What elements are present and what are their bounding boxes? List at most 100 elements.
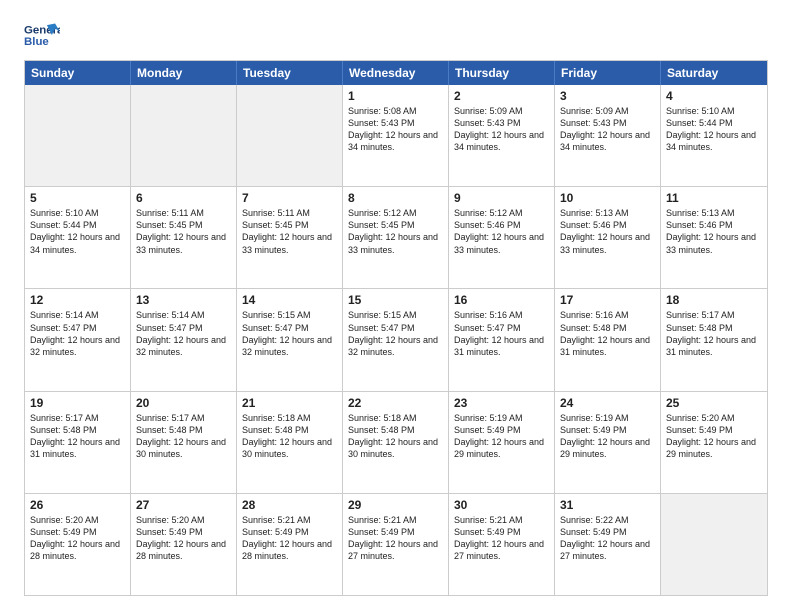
- cell-info: Sunrise: 5:21 AM Sunset: 5:49 PM Dayligh…: [242, 514, 337, 563]
- cell-day-number: 7: [242, 191, 337, 205]
- cell-info: Sunrise: 5:13 AM Sunset: 5:46 PM Dayligh…: [560, 207, 655, 256]
- cell-w3-d3: 22 Sunrise: 5:18 AM Sunset: 5:48 PM Dayli…: [343, 392, 449, 493]
- cell-day-number: 6: [136, 191, 231, 205]
- cell-day-number: 16: [454, 293, 549, 307]
- cell-info: Sunrise: 5:18 AM Sunset: 5:48 PM Dayligh…: [348, 412, 443, 461]
- cell-day-number: 11: [666, 191, 762, 205]
- cell-w2-d6: 18 Sunrise: 5:17 AM Sunset: 5:48 PM Dayli…: [661, 289, 767, 390]
- cell-w2-d3: 15 Sunrise: 5:15 AM Sunset: 5:47 PM Dayli…: [343, 289, 449, 390]
- cell-w3-d6: 25Sunrise: 5:20 AM Sunset: 5:49 PM Dayli…: [661, 392, 767, 493]
- cell-w4-d2: 28Sunrise: 5:21 AM Sunset: 5:49 PM Dayli…: [237, 494, 343, 595]
- cell-info: Sunrise: 5:12 AM Sunset: 5:46 PM Dayligh…: [454, 207, 549, 256]
- cell-info: Sunrise: 5:10 AM Sunset: 5:44 PM Dayligh…: [666, 105, 762, 154]
- cell-w1-d0: 5 Sunrise: 5:10 AM Sunset: 5:44 PM Daylig…: [25, 187, 131, 288]
- cell-info: Sunrise: 5:20 AM Sunset: 5:49 PM Dayligh…: [30, 514, 125, 563]
- day-header-sunday: Sunday: [25, 61, 131, 85]
- cell-day-number: 23: [454, 396, 549, 410]
- cell-info: Sunrise: 5:14 AM Sunset: 5:47 PM Dayligh…: [136, 309, 231, 358]
- cell-w4-d1: 27Sunrise: 5:20 AM Sunset: 5:49 PM Dayli…: [131, 494, 237, 595]
- cell-info: Sunrise: 5:21 AM Sunset: 5:49 PM Dayligh…: [348, 514, 443, 563]
- day-header-wednesday: Wednesday: [343, 61, 449, 85]
- cell-w0-d2: [237, 85, 343, 186]
- cell-day-number: 17: [560, 293, 655, 307]
- cell-w3-d5: 24Sunrise: 5:19 AM Sunset: 5:49 PM Dayli…: [555, 392, 661, 493]
- cell-day-number: 4: [666, 89, 762, 103]
- cell-w3-d1: 20 Sunrise: 5:17 AM Sunset: 5:48 PM Dayli…: [131, 392, 237, 493]
- cell-info: Sunrise: 5:19 AM Sunset: 5:49 PM Dayligh…: [454, 412, 549, 461]
- cell-w2-d4: 16 Sunrise: 5:16 AM Sunset: 5:47 PM Dayli…: [449, 289, 555, 390]
- cell-w4-d6: [661, 494, 767, 595]
- page: General Blue SundayMondayTuesdayWednesda…: [0, 0, 792, 612]
- cell-w2-d0: 12 Sunrise: 5:14 AM Sunset: 5:47 PM Dayli…: [25, 289, 131, 390]
- cell-info: Sunrise: 5:11 AM Sunset: 5:45 PM Dayligh…: [136, 207, 231, 256]
- logo-icon: General Blue: [24, 20, 60, 50]
- weeks: 1 Sunrise: 5:08 AM Sunset: 5:43 PM Daylig…: [25, 85, 767, 595]
- cell-day-number: 26: [30, 498, 125, 512]
- cell-day-number: 2: [454, 89, 549, 103]
- week-row-1: 5 Sunrise: 5:10 AM Sunset: 5:44 PM Daylig…: [25, 186, 767, 288]
- cell-w4-d3: 29 Sunrise: 5:21 AM Sunset: 5:49 PM Dayli…: [343, 494, 449, 595]
- cell-info: Sunrise: 5:20 AM Sunset: 5:49 PM Dayligh…: [666, 412, 762, 461]
- cell-w2-d2: 14 Sunrise: 5:15 AM Sunset: 5:47 PM Dayli…: [237, 289, 343, 390]
- cell-w4-d5: 31 Sunrise: 5:22 AM Sunset: 5:49 PM Dayli…: [555, 494, 661, 595]
- logo: General Blue: [24, 20, 64, 50]
- cell-info: Sunrise: 5:11 AM Sunset: 5:45 PM Dayligh…: [242, 207, 337, 256]
- cell-day-number: 12: [30, 293, 125, 307]
- cell-w2-d5: 17 Sunrise: 5:16 AM Sunset: 5:48 PM Dayli…: [555, 289, 661, 390]
- cell-day-number: 31: [560, 498, 655, 512]
- cell-day-number: 3: [560, 89, 655, 103]
- cell-info: Sunrise: 5:17 AM Sunset: 5:48 PM Dayligh…: [136, 412, 231, 461]
- cell-w1-d4: 9 Sunrise: 5:12 AM Sunset: 5:46 PM Daylig…: [449, 187, 555, 288]
- cell-day-number: 18: [666, 293, 762, 307]
- cell-info: Sunrise: 5:19 AM Sunset: 5:49 PM Dayligh…: [560, 412, 655, 461]
- day-header-friday: Friday: [555, 61, 661, 85]
- cell-w0-d5: 3Sunrise: 5:09 AM Sunset: 5:43 PM Daylig…: [555, 85, 661, 186]
- cell-w0-d4: 2Sunrise: 5:09 AM Sunset: 5:43 PM Daylig…: [449, 85, 555, 186]
- cell-w1-d6: 11 Sunrise: 5:13 AM Sunset: 5:46 PM Dayli…: [661, 187, 767, 288]
- cell-info: Sunrise: 5:08 AM Sunset: 5:43 PM Dayligh…: [348, 105, 443, 154]
- cell-day-number: 29: [348, 498, 443, 512]
- cell-day-number: 14: [242, 293, 337, 307]
- day-header-thursday: Thursday: [449, 61, 555, 85]
- day-headers: SundayMondayTuesdayWednesdayThursdayFrid…: [25, 61, 767, 85]
- cell-info: Sunrise: 5:16 AM Sunset: 5:48 PM Dayligh…: [560, 309, 655, 358]
- cell-day-number: 1: [348, 89, 443, 103]
- cell-day-number: 27: [136, 498, 231, 512]
- day-header-monday: Monday: [131, 61, 237, 85]
- week-row-3: 19 Sunrise: 5:17 AM Sunset: 5:48 PM Dayli…: [25, 391, 767, 493]
- cell-w4-d0: 26 Sunrise: 5:20 AM Sunset: 5:49 PM Dayli…: [25, 494, 131, 595]
- cell-w1-d3: 8Sunrise: 5:12 AM Sunset: 5:45 PM Daylig…: [343, 187, 449, 288]
- cell-info: Sunrise: 5:15 AM Sunset: 5:47 PM Dayligh…: [348, 309, 443, 358]
- cell-info: Sunrise: 5:13 AM Sunset: 5:46 PM Dayligh…: [666, 207, 762, 256]
- cell-info: Sunrise: 5:16 AM Sunset: 5:47 PM Dayligh…: [454, 309, 549, 358]
- cell-w0-d0: [25, 85, 131, 186]
- cell-day-number: 9: [454, 191, 549, 205]
- cell-info: Sunrise: 5:14 AM Sunset: 5:47 PM Dayligh…: [30, 309, 125, 358]
- header: General Blue: [24, 20, 768, 50]
- cell-day-number: 22: [348, 396, 443, 410]
- cell-day-number: 13: [136, 293, 231, 307]
- cell-day-number: 19: [30, 396, 125, 410]
- cell-info: Sunrise: 5:12 AM Sunset: 5:45 PM Dayligh…: [348, 207, 443, 256]
- cell-info: Sunrise: 5:10 AM Sunset: 5:44 PM Dayligh…: [30, 207, 125, 256]
- cell-info: Sunrise: 5:21 AM Sunset: 5:49 PM Dayligh…: [454, 514, 549, 563]
- cell-info: Sunrise: 5:18 AM Sunset: 5:48 PM Dayligh…: [242, 412, 337, 461]
- cell-day-number: 15: [348, 293, 443, 307]
- week-row-2: 12 Sunrise: 5:14 AM Sunset: 5:47 PM Dayli…: [25, 288, 767, 390]
- cell-w4-d4: 30 Sunrise: 5:21 AM Sunset: 5:49 PM Dayli…: [449, 494, 555, 595]
- cell-day-number: 30: [454, 498, 549, 512]
- cell-w2-d1: 13 Sunrise: 5:14 AM Sunset: 5:47 PM Dayli…: [131, 289, 237, 390]
- week-row-4: 26 Sunrise: 5:20 AM Sunset: 5:49 PM Dayli…: [25, 493, 767, 595]
- cell-info: Sunrise: 5:17 AM Sunset: 5:48 PM Dayligh…: [666, 309, 762, 358]
- cell-w0-d1: [131, 85, 237, 186]
- cell-w0-d6: 4 Sunrise: 5:10 AM Sunset: 5:44 PM Daylig…: [661, 85, 767, 186]
- cell-info: Sunrise: 5:22 AM Sunset: 5:49 PM Dayligh…: [560, 514, 655, 563]
- cell-info: Sunrise: 5:15 AM Sunset: 5:47 PM Dayligh…: [242, 309, 337, 358]
- cell-w1-d1: 6 Sunrise: 5:11 AM Sunset: 5:45 PM Daylig…: [131, 187, 237, 288]
- cell-day-number: 20: [136, 396, 231, 410]
- day-header-tuesday: Tuesday: [237, 61, 343, 85]
- cell-w0-d3: 1 Sunrise: 5:08 AM Sunset: 5:43 PM Daylig…: [343, 85, 449, 186]
- svg-text:Blue: Blue: [24, 36, 49, 48]
- cell-day-number: 5: [30, 191, 125, 205]
- cell-w1-d2: 7 Sunrise: 5:11 AM Sunset: 5:45 PM Daylig…: [237, 187, 343, 288]
